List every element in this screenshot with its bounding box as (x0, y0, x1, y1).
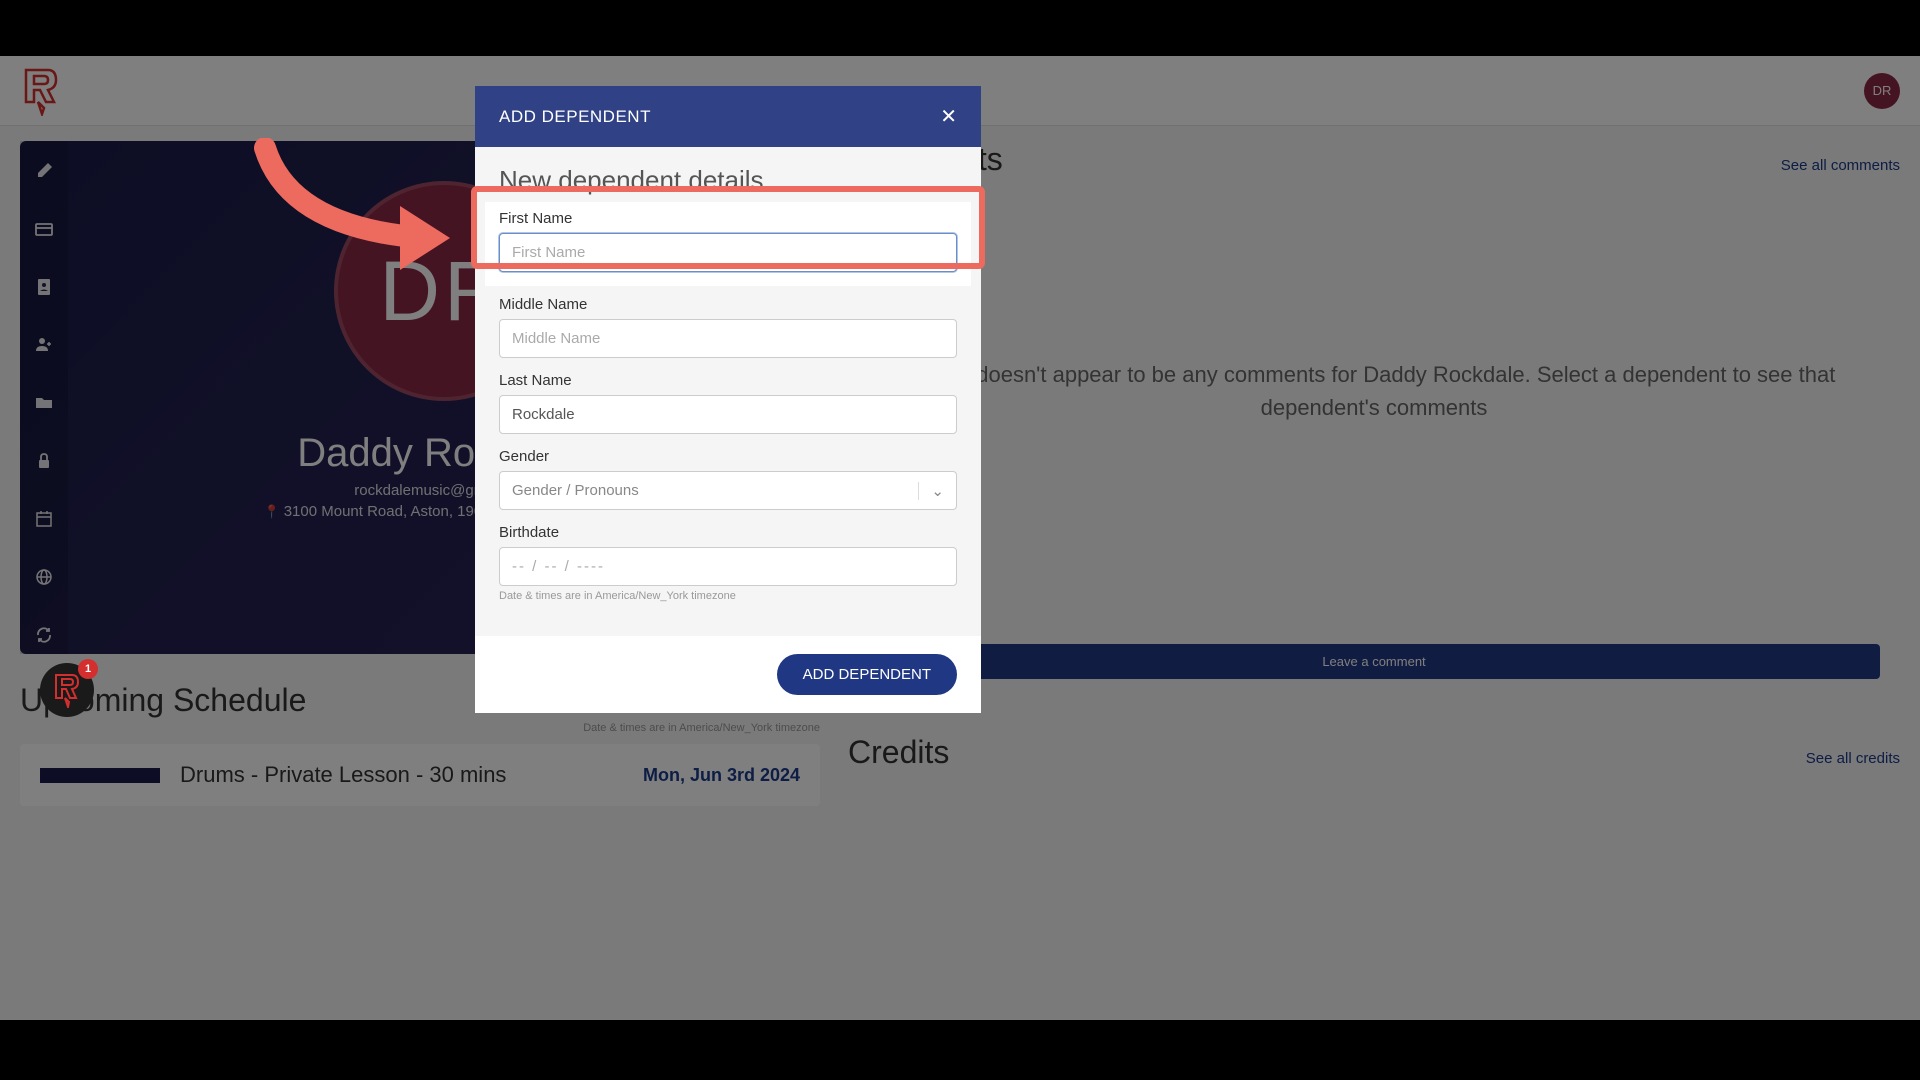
floating-help-badge[interactable]: 1 (40, 663, 100, 723)
first-name-group: First Name (485, 202, 971, 286)
birthdate-input[interactable]: -- / -- / ---- (499, 547, 957, 586)
modal-timezone-note: Date & times are in America/New_York tim… (499, 590, 957, 602)
modal-footer: ADD DEPENDENT (475, 636, 981, 713)
help-logo-icon (52, 672, 82, 708)
last-name-group: Last Name (499, 372, 957, 434)
modal-subtitle: New dependent details (499, 165, 957, 196)
modal-header: ADD DEPENDENT ✕ (475, 86, 981, 147)
add-dependent-button[interactable]: ADD DEPENDENT (777, 654, 957, 695)
middle-name-input[interactable] (499, 319, 957, 358)
add-dependent-modal: ADD DEPENDENT ✕ New dependent details Fi… (475, 86, 981, 713)
last-name-input[interactable] (499, 395, 957, 434)
modal-title: ADD DEPENDENT (499, 107, 651, 127)
middle-name-label: Middle Name (499, 296, 957, 313)
first-name-label: First Name (499, 210, 957, 227)
gender-label: Gender (499, 448, 957, 465)
gender-group: Gender Gender / Pronouns ⌄ (499, 448, 957, 510)
middle-name-group: Middle Name (499, 296, 957, 358)
birthdate-group: Birthdate -- / -- / ---- Date & times ar… (499, 524, 957, 602)
close-button[interactable]: ✕ (940, 104, 957, 129)
modal-body: New dependent details First Name Middle … (475, 147, 981, 636)
birthdate-label: Birthdate (499, 524, 957, 541)
last-name-label: Last Name (499, 372, 957, 389)
gender-placeholder: Gender / Pronouns (512, 482, 639, 499)
notification-badge: 1 (78, 659, 98, 679)
gender-select[interactable]: Gender / Pronouns ⌄ (499, 471, 957, 510)
chevron-down-icon: ⌄ (918, 482, 944, 500)
first-name-input[interactable] (499, 233, 957, 272)
